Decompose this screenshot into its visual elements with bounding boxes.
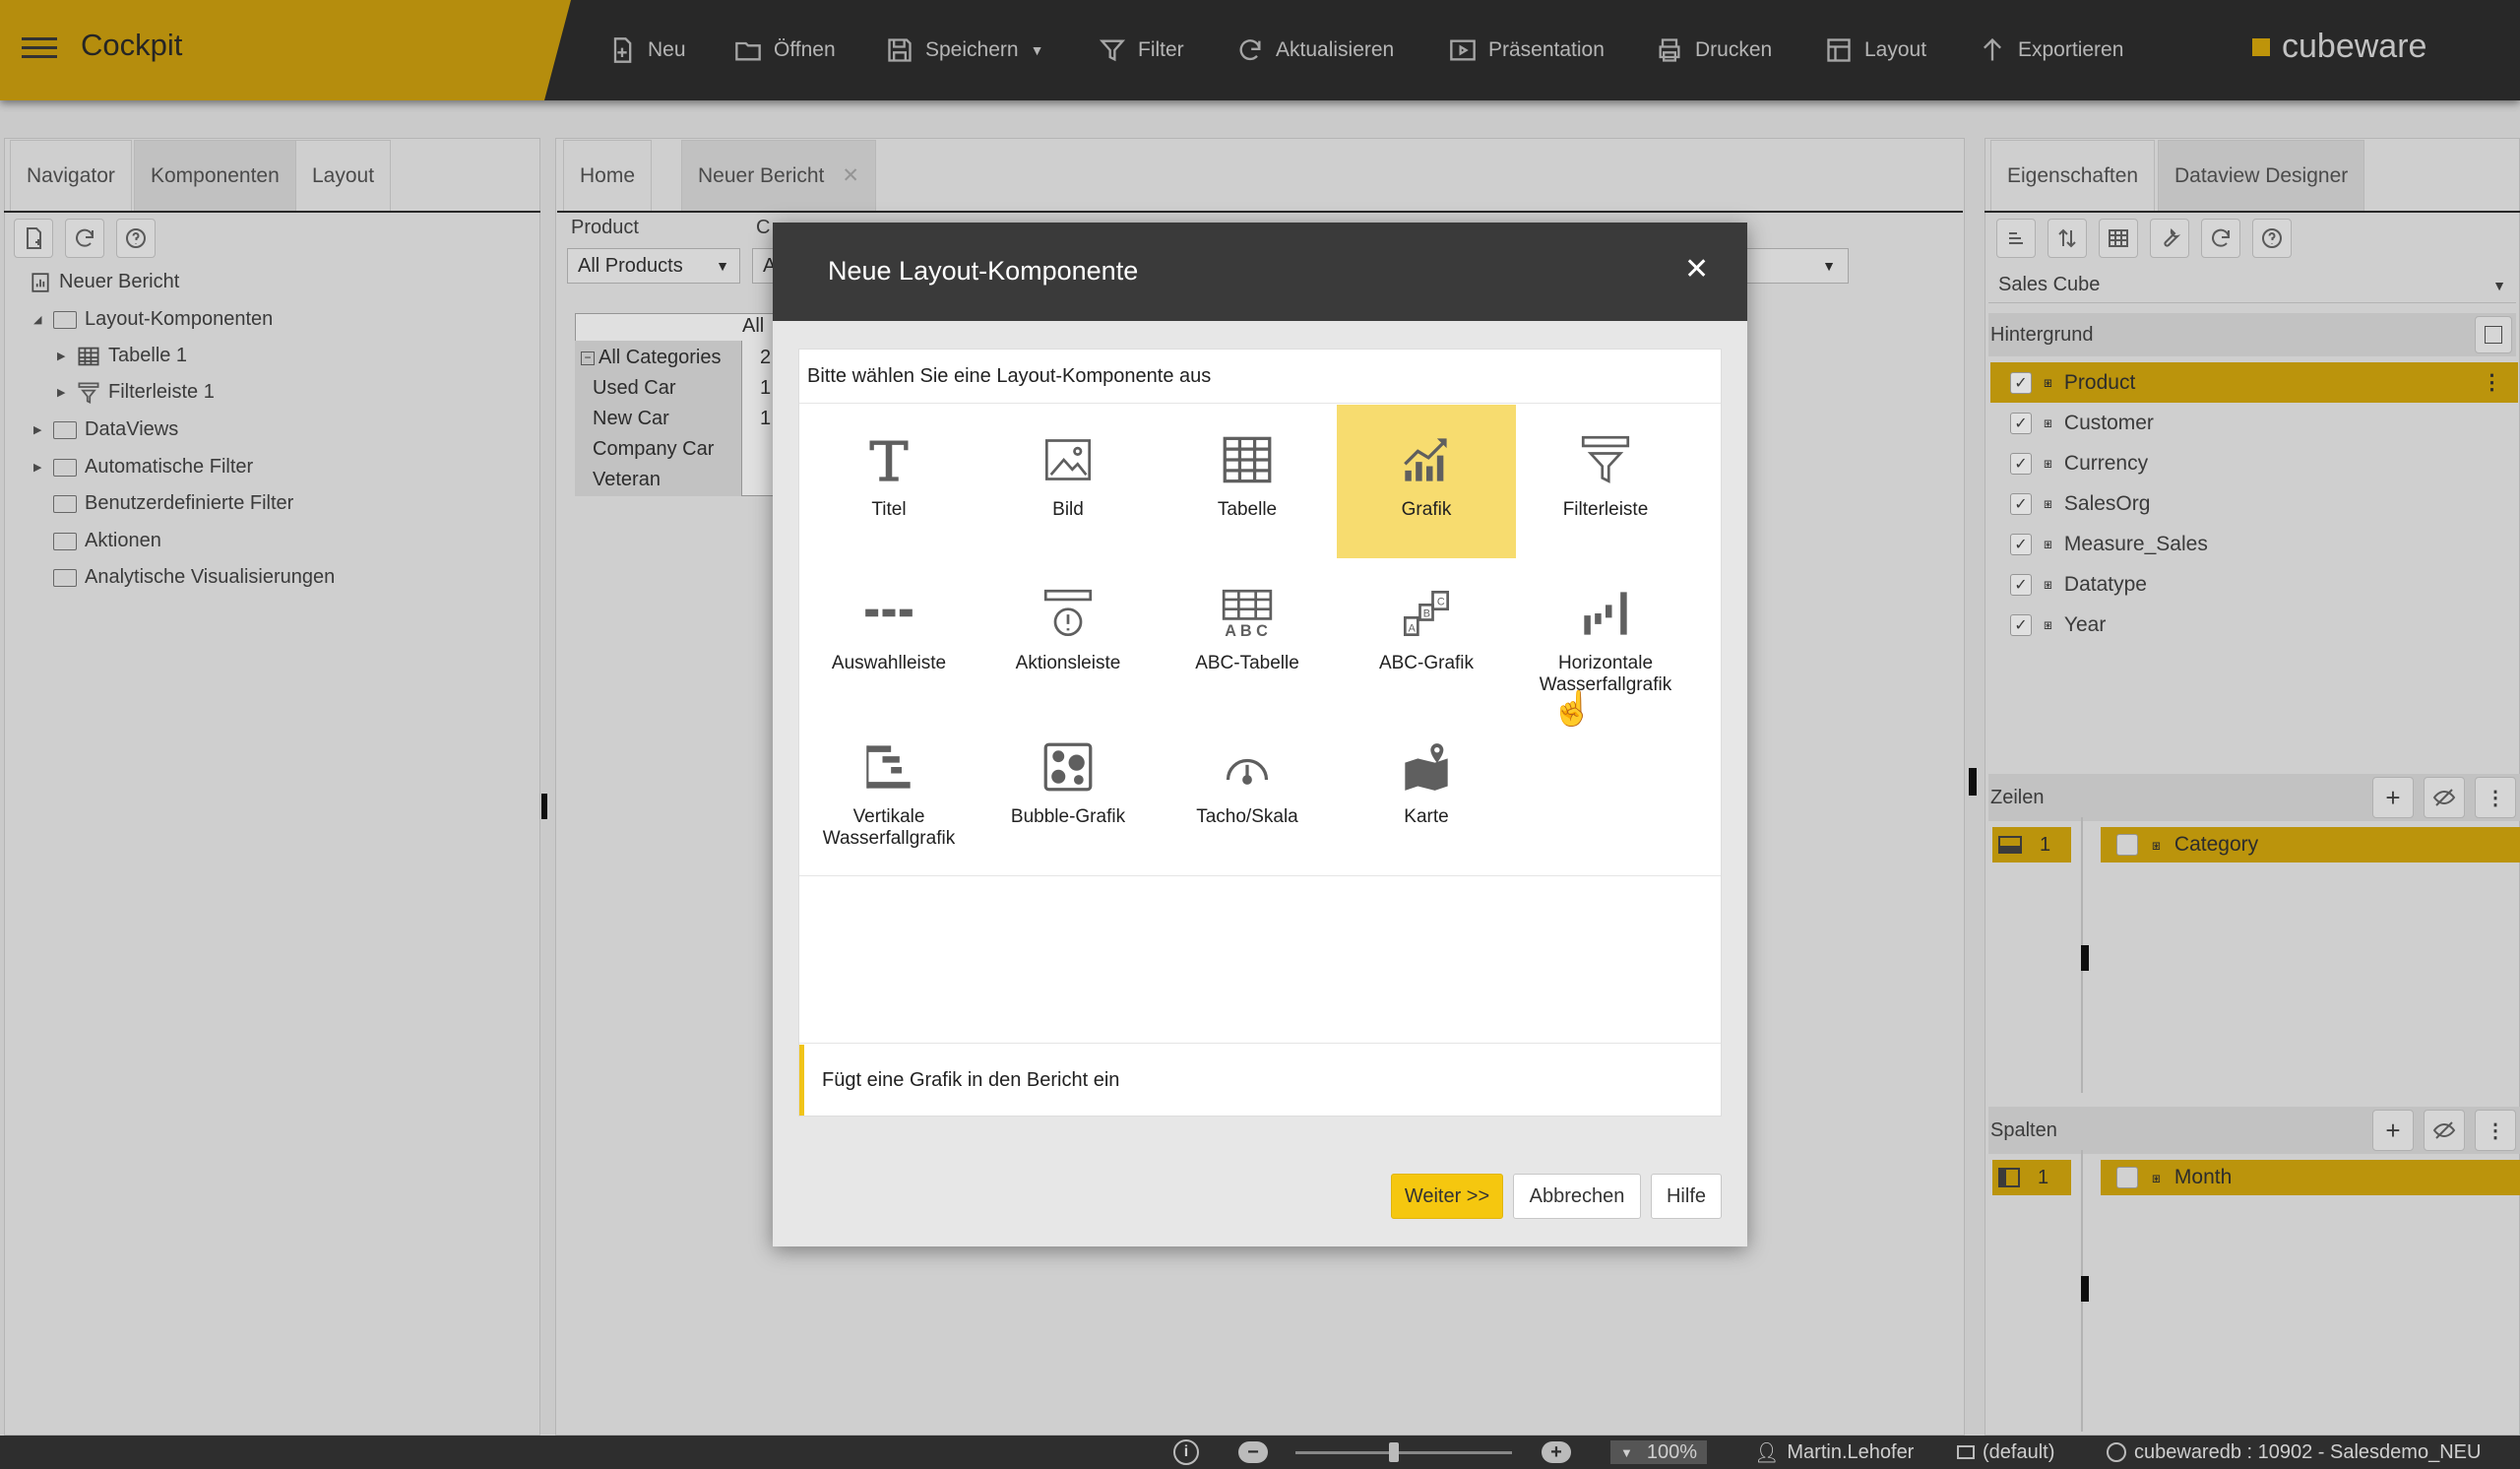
svg-text:A B C: A B C bbox=[1225, 622, 1268, 639]
server-info: cubewaredb : 10902 - Salesdemo_NEU bbox=[2107, 1436, 2481, 1469]
component-tacho-skala[interactable]: Tacho/Skala bbox=[1158, 712, 1337, 865]
abc-table-icon: A B C bbox=[1222, 589, 1273, 639]
component-vertikale-wasserfallgrafik[interactable]: Vertikale Wasserfallgrafik bbox=[799, 712, 978, 865]
component-aktionsleiste[interactable]: Aktionsleiste bbox=[978, 558, 1158, 712]
cancel-button[interactable]: Abbrechen bbox=[1513, 1174, 1641, 1219]
profile-info: (default) bbox=[1957, 1436, 2054, 1469]
component-auswahlleiste[interactable]: Auswahlleiste bbox=[799, 558, 978, 712]
component-abc-grafik[interactable]: A B C ABC-Grafik bbox=[1337, 558, 1516, 712]
chart-icon bbox=[1404, 438, 1447, 481]
table-icon bbox=[1223, 436, 1272, 483]
zoom-out-icon[interactable]: − bbox=[1238, 1436, 1268, 1469]
zoom-select[interactable]: ▼ 100% bbox=[1610, 1436, 1708, 1469]
dialog-prompt: Bitte wählen Sie eine Layout-Komponente … bbox=[807, 365, 1212, 387]
dialog-body: Bitte wählen Sie eine Layout-Komponente … bbox=[798, 349, 1722, 1117]
component-karte[interactable]: Karte bbox=[1337, 712, 1516, 865]
vertical-waterfall-icon bbox=[866, 745, 911, 789]
zoom-in-icon[interactable]: + bbox=[1542, 1436, 1571, 1469]
action-bar-icon bbox=[1043, 589, 1093, 637]
info-icon[interactable]: i bbox=[1173, 1436, 1199, 1469]
user-info: 👤︎ Martin.Lehofer bbox=[1754, 1440, 1915, 1464]
new-layout-component-dialog: Neue Layout-Komponente ✕ Bitte wählen Si… bbox=[773, 223, 1747, 1246]
chevron-down-icon: ▼ bbox=[1620, 1444, 1633, 1460]
hand-cursor-icon: ☝ bbox=[1551, 690, 1594, 728]
component-titel[interactable]: Titel bbox=[799, 405, 978, 558]
divider bbox=[799, 1043, 1721, 1044]
svg-text:C: C bbox=[1437, 596, 1445, 607]
svg-text:B: B bbox=[1423, 607, 1430, 619]
horizontal-waterfall-icon bbox=[1584, 592, 1627, 635]
component-filterleiste[interactable]: Filterleiste bbox=[1516, 405, 1695, 558]
svg-text:A: A bbox=[1409, 622, 1417, 634]
component-grafik[interactable]: Grafik bbox=[1337, 405, 1516, 558]
dialog-header: Neue Layout-Komponente ✕ bbox=[773, 223, 1747, 321]
divider bbox=[799, 403, 1721, 404]
title-icon bbox=[869, 440, 909, 481]
filter-bar-icon bbox=[1581, 435, 1630, 483]
next-button[interactable]: Weiter >> bbox=[1391, 1174, 1503, 1219]
zoom-slider[interactable] bbox=[1295, 1436, 1512, 1469]
map-icon bbox=[1405, 743, 1448, 791]
bubble-chart-icon bbox=[1043, 742, 1093, 792]
zoom-slider-handle[interactable] bbox=[1389, 1441, 1399, 1462]
component-horizontale-wasserfallgrafik[interactable]: Horizontale Wasserfallgrafik bbox=[1516, 558, 1695, 712]
globe-icon bbox=[2107, 1442, 2126, 1462]
component-description: Fügt eine Grafik in den Bericht ein bbox=[799, 1045, 1721, 1116]
component-tabelle[interactable]: Tabelle bbox=[1158, 405, 1337, 558]
divider bbox=[799, 875, 1721, 876]
component-abc-tabelle[interactable]: A B C ABC-Tabelle bbox=[1158, 558, 1337, 712]
status-bar: i − + ▼ 100% 👤︎ Martin.Lehofer (default) c… bbox=[0, 1436, 2520, 1469]
selection-bar-icon bbox=[865, 608, 913, 617]
comment-icon bbox=[1957, 1445, 1975, 1459]
close-icon[interactable]: ✕ bbox=[1684, 252, 1709, 287]
user-icon: 👤︎ bbox=[1754, 1441, 1780, 1464]
dialog-title: Neue Layout-Komponente bbox=[828, 256, 1139, 286]
image-icon bbox=[1044, 439, 1092, 480]
component-bild[interactable]: Bild bbox=[978, 405, 1158, 558]
gauge-icon bbox=[1226, 758, 1269, 785]
help-button[interactable]: Hilfe bbox=[1651, 1174, 1722, 1219]
abc-chart-icon: ABC bbox=[1403, 590, 1450, 637]
component-bubble-grafik[interactable]: Bubble-Grafik bbox=[978, 712, 1158, 865]
